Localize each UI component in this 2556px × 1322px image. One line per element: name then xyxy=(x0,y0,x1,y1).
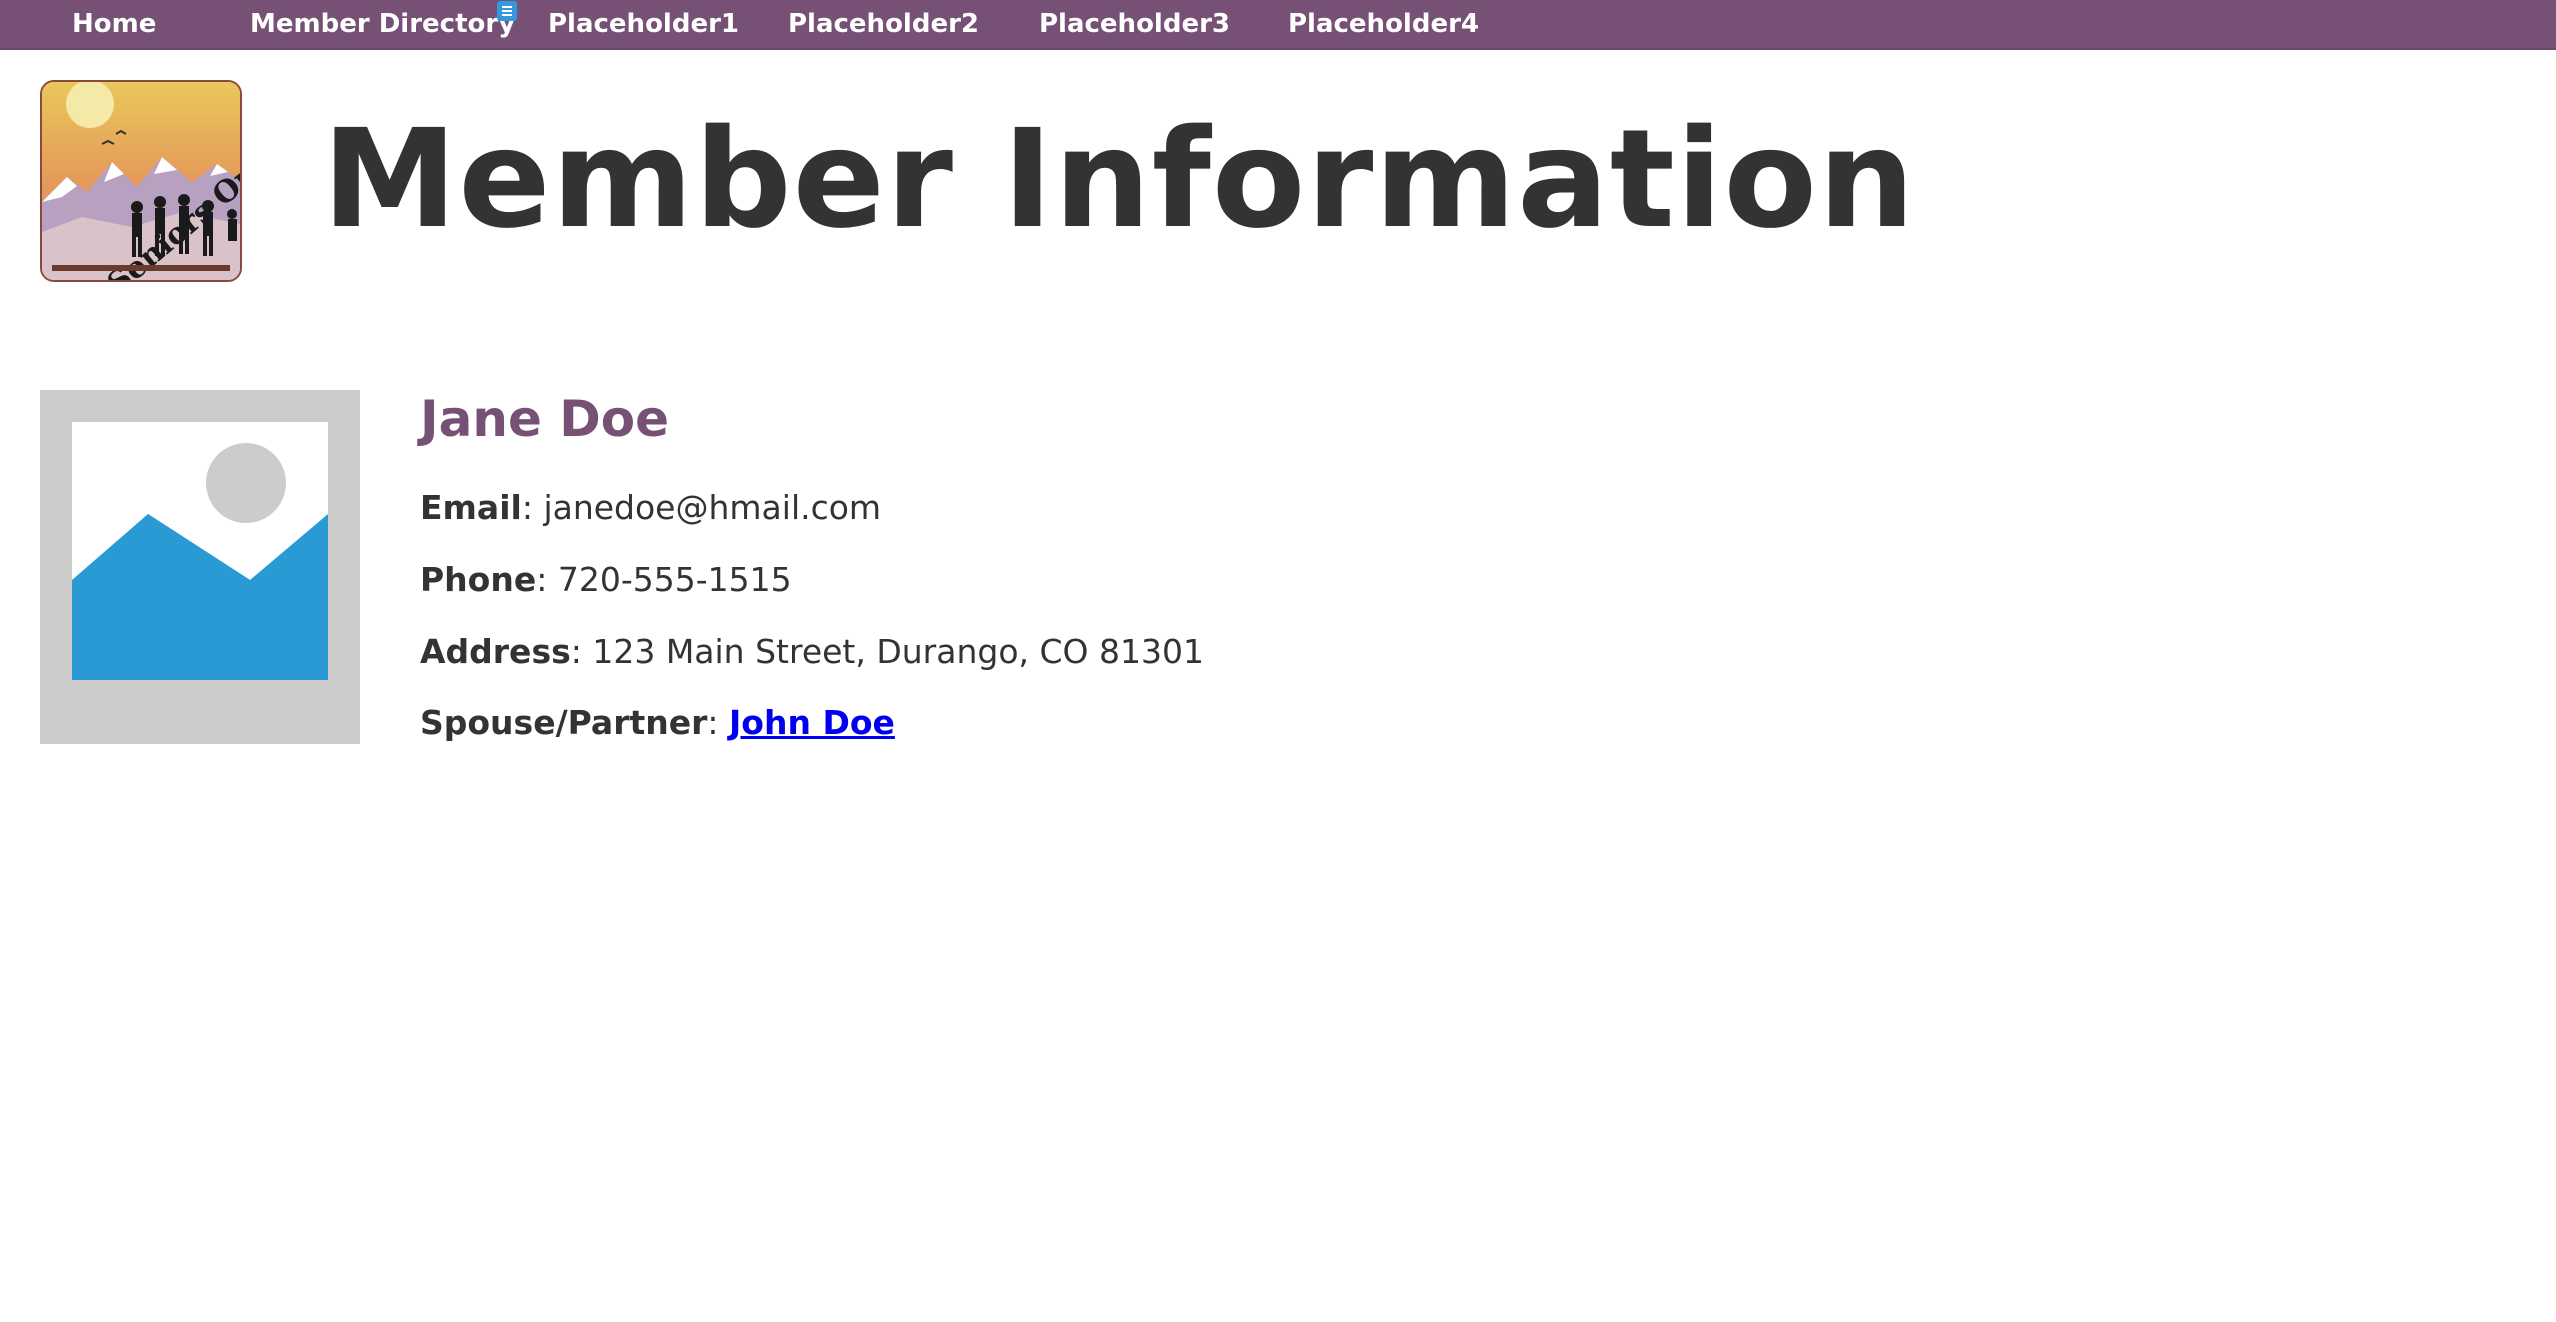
email-row: Email: janedoe@hmail.com xyxy=(420,488,882,527)
spouse-label: Spouse/Partner xyxy=(420,703,708,742)
email-label: Email xyxy=(420,488,522,527)
member-name: Jane Doe xyxy=(420,390,670,448)
address-label: Address xyxy=(420,632,571,671)
seniors-outdoors-logo[interactable]: Seniors Outdoors! xyxy=(40,80,242,282)
phone-value: 720-555-1515 xyxy=(557,560,792,599)
top-navigation-bar: Home Member Directory Placeholder1 Place… xyxy=(0,0,2556,50)
address-value: 123 Main Street, Durango, CO 81301 xyxy=(592,632,1204,671)
phone-label: Phone xyxy=(420,560,537,599)
nav-member-directory-link[interactable]: Member Directory xyxy=(250,0,515,48)
member-photo xyxy=(40,390,360,744)
nav-placeholder1-link[interactable]: Placeholder1 xyxy=(548,0,739,48)
nav-home-link[interactable]: Home xyxy=(72,0,156,48)
spouse-row: Spouse/Partner: John Doe xyxy=(420,703,895,742)
nav-placeholder2-link[interactable]: Placeholder2 xyxy=(788,0,979,48)
nav-placeholder4-link[interactable]: Placeholder4 xyxy=(1288,0,1479,48)
email-value: janedoe@hmail.com xyxy=(543,488,882,527)
page-title: Member Information xyxy=(322,101,1916,259)
address-row: Address: 123 Main Street, Durango, CO 81… xyxy=(420,632,1204,671)
spouse-link[interactable]: John Doe xyxy=(729,703,895,742)
nav-placeholder3-link[interactable]: Placeholder3 xyxy=(1039,0,1230,48)
phone-row: Phone: 720-555-1515 xyxy=(420,560,792,599)
image-placeholder-icon xyxy=(72,422,328,680)
hamburger-menu-icon[interactable] xyxy=(497,1,517,21)
